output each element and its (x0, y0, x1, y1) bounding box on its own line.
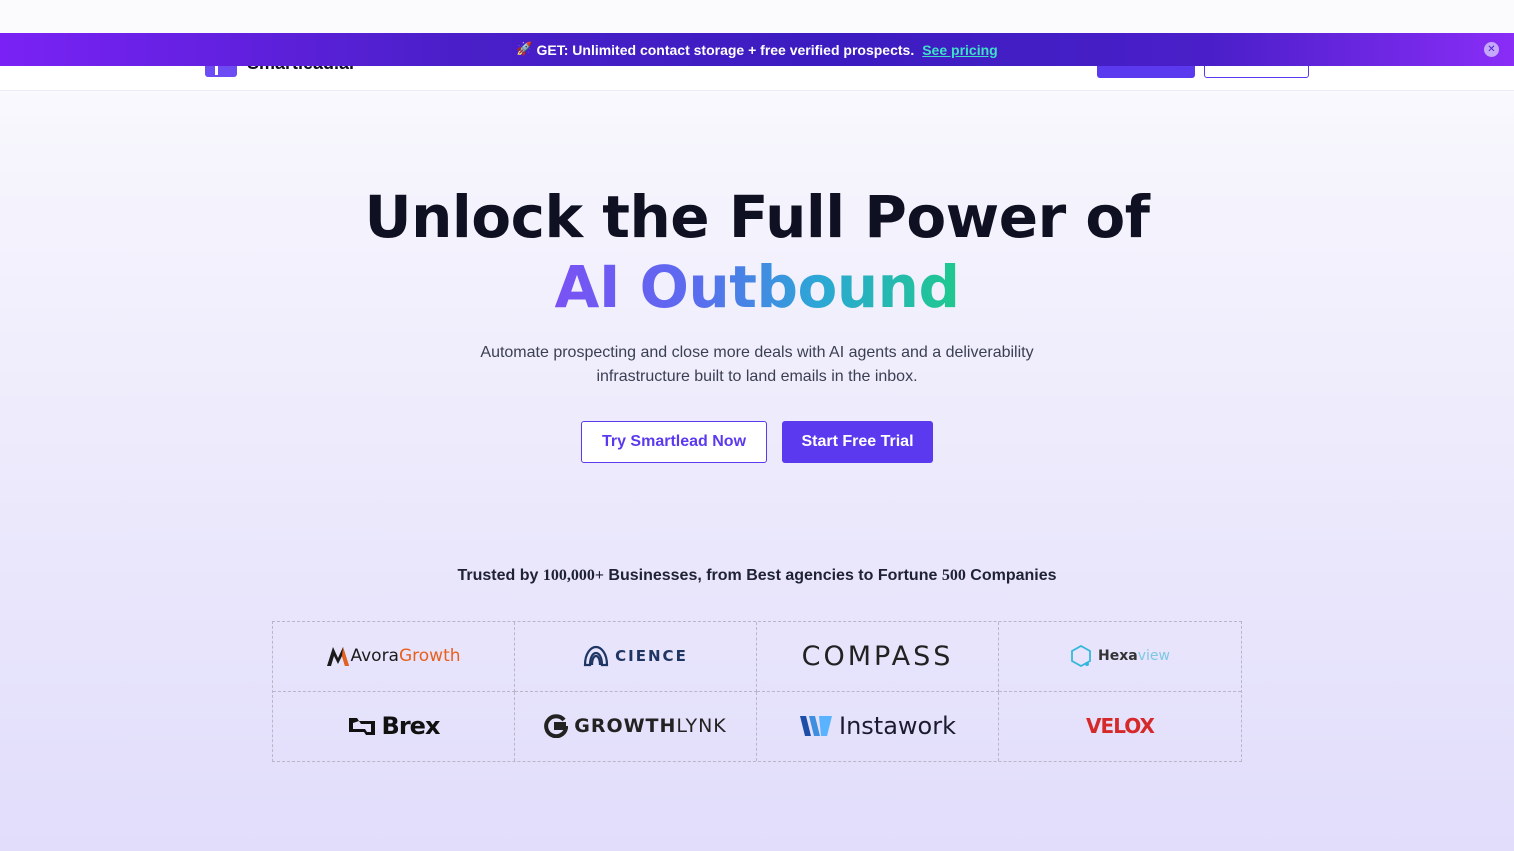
logo-cell-cience: CIENCE (515, 622, 757, 692)
trusted-fortune: 500 (941, 567, 966, 584)
hero-subtitle: Automate prospecting and close more deal… (480, 344, 1034, 385)
avoragrowth-logo: Avora Growth (326, 645, 461, 667)
velox-text: VELOX (1086, 714, 1155, 739)
rocket-icon: 🚀 (516, 42, 533, 57)
growthlynk-text: GROWTHLYNK (574, 715, 727, 737)
logo-cell-brex: Brex (273, 691, 515, 761)
trusted-count: 100,000+ (542, 567, 604, 584)
promo-banner: 🚀 GET: Unlimited contact storage + free … (0, 33, 1514, 66)
growthlynk-icon (544, 714, 569, 739)
trusted-suffix: Companies (965, 567, 1057, 584)
logo-cell-compass: COMPASS (757, 622, 999, 692)
logo-cell-growthlynk: GROWTHLYNK (515, 691, 757, 761)
hexaview-text-part1: Hexa (1098, 648, 1138, 665)
hero-title-line1: Unlock the Full Power of (364, 183, 1150, 251)
avoragrowth-text-part2: Growth (398, 646, 461, 667)
logo-cell-hexaview: Hexaview (999, 622, 1241, 692)
growthlynk-text-part2: LYNK (676, 715, 727, 738)
logo-cell-avoragrowth: Avora Growth (273, 622, 515, 692)
instawork-icon (800, 716, 832, 737)
promo-text: GET: Unlimited contact storage + free ve… (536, 41, 915, 58)
close-icon[interactable]: ✕ (1484, 42, 1499, 57)
cience-icon (584, 646, 609, 667)
browser-top-strip (0, 0, 1514, 33)
start-free-trial-button[interactable]: Start Free Trial (782, 421, 933, 463)
logo-cell-instawork: Instawork (757, 691, 999, 761)
growthlynk-text-part1: GROWTH (574, 715, 677, 738)
try-smartlead-button[interactable]: Try Smartlead Now (581, 421, 767, 463)
hero-title-line2: AI Outbound (0, 253, 1514, 321)
hexaview-icon (1071, 645, 1091, 668)
trusted-middle: Businesses, from Best agencies to Fortun… (603, 567, 942, 584)
customer-logo-grid: Avora Growth CIENCE COMPASS Hexaview Brex… (272, 621, 1242, 762)
instawork-text: Instawork (839, 712, 956, 741)
brex-icon (348, 718, 375, 736)
avoragrowth-icon (327, 647, 350, 667)
cience-text: CIENCE (615, 647, 688, 666)
trusted-prefix: Trusted by (457, 567, 543, 584)
avoragrowth-text-part1: Avora (350, 646, 399, 667)
compass-text: COMPASS (801, 640, 954, 672)
hexaview-text: Hexaview (1098, 647, 1170, 665)
hexaview-text-part2: view (1137, 648, 1170, 665)
trusted-by-heading: Trusted by 100,000+ Businesses, from Bes… (0, 567, 1514, 585)
brex-text: Brex (381, 712, 441, 741)
logo-cell-velox: VELOX (999, 692, 1241, 762)
hero-title-gradient: AI Outbound (554, 253, 960, 321)
see-pricing-link[interactable]: See pricing (922, 42, 997, 58)
